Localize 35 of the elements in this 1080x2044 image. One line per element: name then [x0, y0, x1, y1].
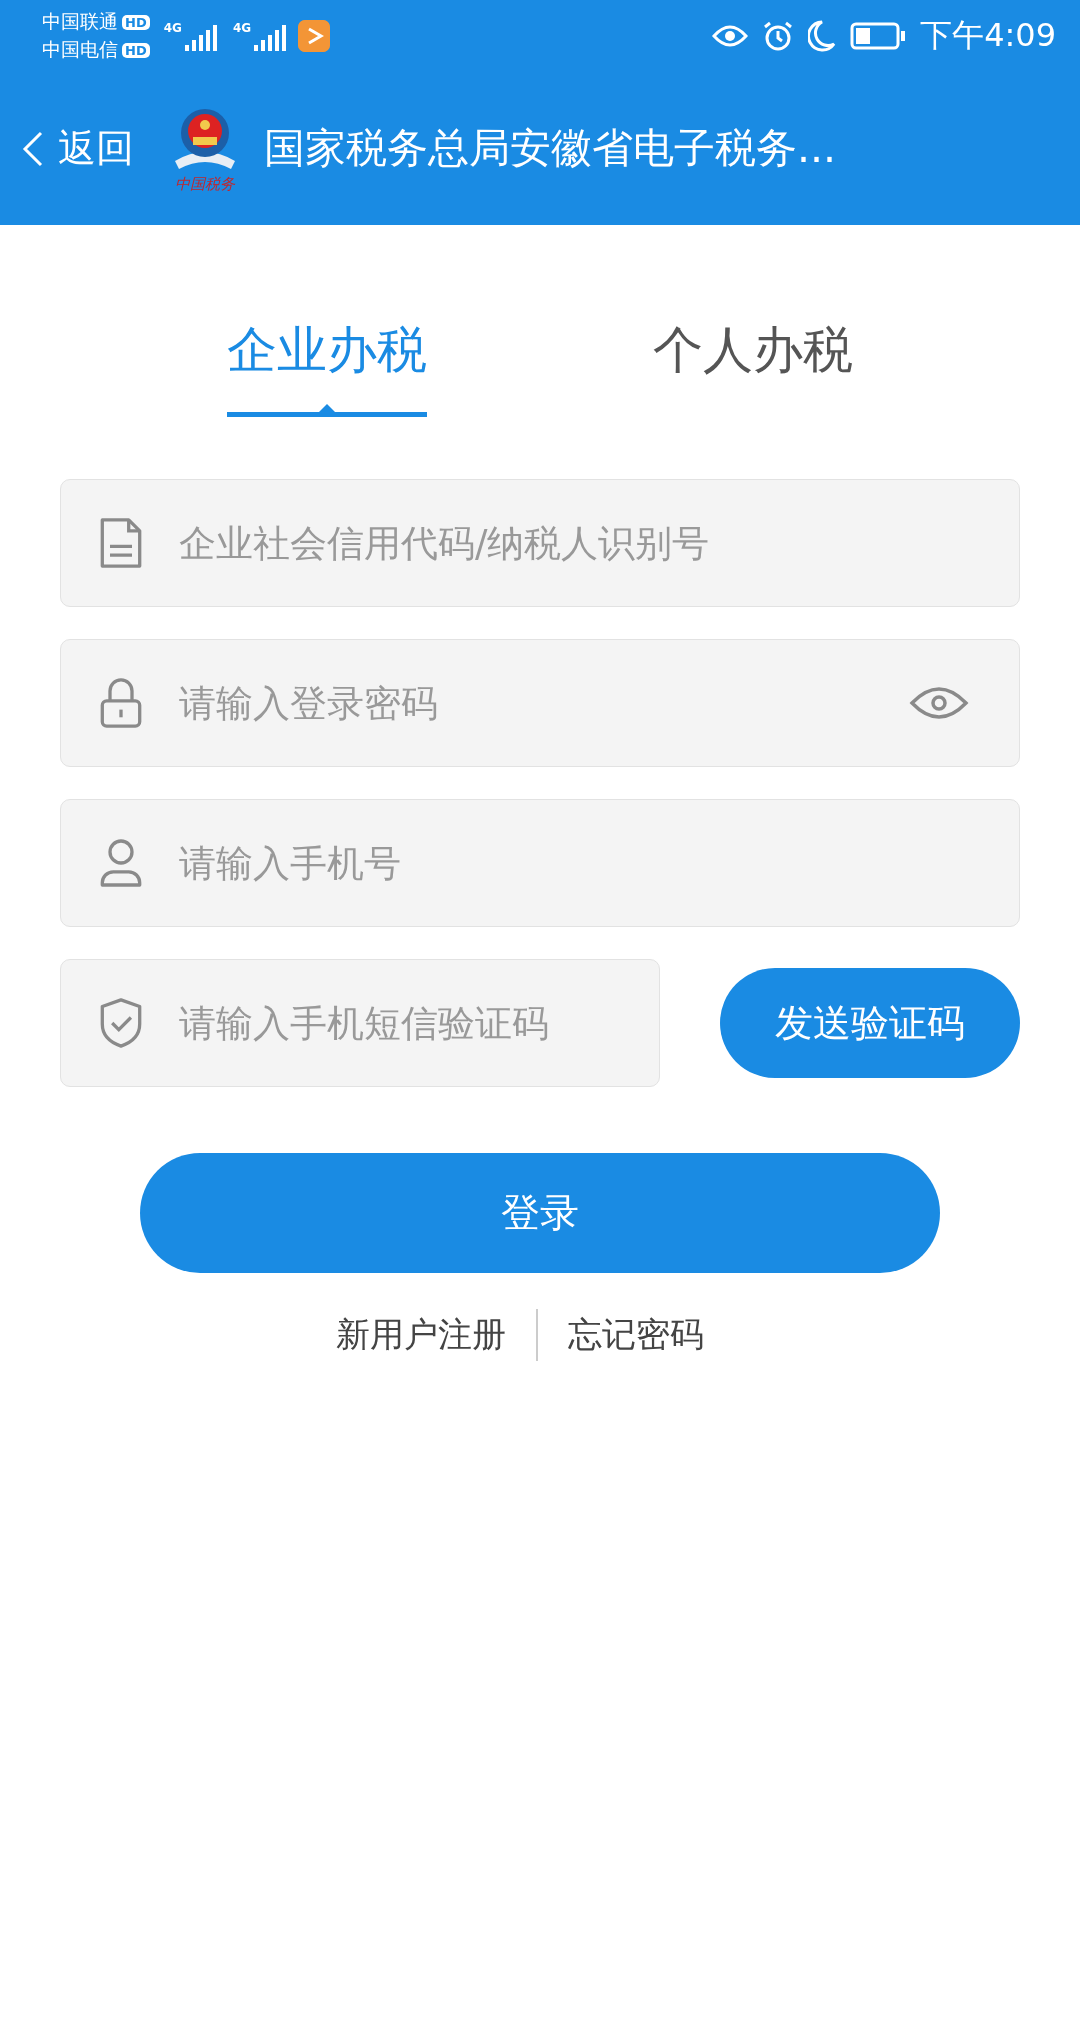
alarm-icon [762, 20, 795, 52]
carrier-name: 中国电信 [42, 37, 118, 62]
send-code-button[interactable]: 发送验证码 [720, 968, 1020, 1078]
network-type: 4G [232, 21, 252, 35]
login-field[interactable]: 请输入登录密码 [60, 639, 1020, 767]
input-field[interactable]: 请输入手机号 [177, 840, 969, 886]
show-password-icon[interactable] [909, 685, 969, 721]
logo-caption: 中国税务 [175, 175, 235, 194]
lock-icon [99, 676, 143, 730]
input-field[interactable]: 请输入手机短信验证码 [177, 1000, 609, 1046]
document-icon [99, 516, 143, 570]
input-field[interactable]: 企业社会信用代码/纳税人识别号 [177, 520, 969, 566]
eye-icon [712, 23, 749, 49]
tab[interactable]: 个人办税 [653, 317, 853, 417]
carrier-name: 中国联通 [42, 9, 118, 34]
shield-icon [99, 996, 143, 1050]
back-button[interactable]: 返回 [22, 123, 134, 174]
battery-icon [850, 22, 907, 50]
text-link[interactable]: 忘记密码 [538, 1312, 734, 1358]
text-link[interactable]: 新用户注册 [306, 1312, 536, 1358]
person-icon [99, 836, 143, 890]
tab[interactable]: 企业办税 [227, 317, 427, 417]
page-title: 国家税务总局安徽省电子税务... [264, 123, 837, 174]
input-field[interactable]: 请输入登录密码 [177, 680, 909, 726]
app-icon [298, 20, 331, 52]
network-type: 4G [163, 21, 182, 35]
moon-icon [808, 20, 837, 52]
clock-time: 下午4:09 [920, 15, 1056, 56]
back-chevron-icon [22, 129, 44, 168]
login-field[interactable]: 请输入手机号 [60, 799, 1020, 927]
hd-badge: HD [122, 42, 150, 58]
login-button[interactable]: 登录 [140, 1153, 940, 1273]
hd-badge: HD [122, 14, 150, 30]
login-field[interactable]: 请输入手机短信验证码 [60, 959, 660, 1087]
login-field[interactable]: 企业社会信用代码/纳税人识别号 [60, 479, 1020, 607]
